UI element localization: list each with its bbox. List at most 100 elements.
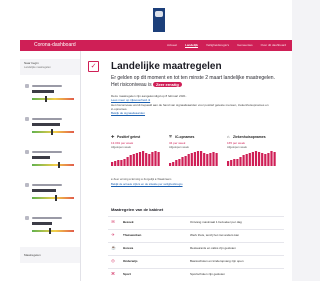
card-subtitle: Afgelopen week bbox=[227, 145, 247, 149]
measure-description: Werk thuis, tenzij het niet anders kan bbox=[190, 233, 240, 237]
risk-level-badge: Zeer ernstig bbox=[152, 82, 182, 87]
sparkline-bar bbox=[254, 151, 258, 166]
sidebar-indicator-item[interactable] bbox=[23, 81, 77, 107]
measure-row[interactable]: ✈ Thuiswerken Werk thuis, tenzij het niet … bbox=[108, 229, 284, 240]
lead-sentence: Er gelden op dit moment en tot ten minst… bbox=[111, 75, 275, 88]
sparkline-bar bbox=[273, 152, 276, 166]
sparkline-bar bbox=[258, 152, 261, 166]
nav-link[interactable]: Landelijk bbox=[185, 43, 198, 47]
nav-link[interactable]: Actueel bbox=[167, 43, 177, 47]
sidebar-heading: Naar begin bbox=[24, 61, 39, 65]
sidebar-indicator-item[interactable] bbox=[23, 180, 77, 206]
indicator-title-line bbox=[32, 85, 62, 87]
sidebar-section-label: Maatregelen bbox=[24, 253, 41, 257]
measure-description: Basisscholen en kinderopvang zijn open bbox=[190, 259, 244, 263]
dashboard-page: Corona-dashboard Actueel Landelijk Veiligh… bbox=[0, 0, 292, 281]
card-subtitle: Afgelopen week bbox=[169, 145, 189, 149]
measure-description: Ontvang maximaal 1 bezoeker per dag bbox=[190, 220, 242, 224]
sparkline-bar bbox=[157, 152, 160, 166]
indicator-value bbox=[32, 90, 54, 93]
sidebar-indicator-item[interactable] bbox=[23, 114, 77, 140]
measure-description: Sportscholen zijn gesloten bbox=[190, 272, 226, 276]
signal-values-link[interactable]: Bekijk de signaalwaarden bbox=[111, 111, 145, 115]
more-figures-link[interactable]: Bekijk de actuele cijfers en de situatie… bbox=[111, 182, 183, 186]
measure-row[interactable]: ✉ Bezoek Ontvang maximaal 1 bezoeker per d… bbox=[108, 216, 284, 227]
sparkline-bar bbox=[230, 160, 233, 166]
measure-icon: ☕ bbox=[111, 245, 116, 250]
nav-link[interactable]: Veiligheidsregio's bbox=[206, 43, 229, 47]
measure-name: Horeca bbox=[123, 246, 134, 250]
sparkline-bar bbox=[267, 153, 270, 166]
measure-row[interactable]: ◎ Onderwijs Basisscholen en kinderopvang z… bbox=[108, 255, 284, 266]
nav-link[interactable]: Over dit dashboard bbox=[261, 43, 287, 47]
sparkline-bar bbox=[135, 153, 138, 166]
risk-scale-marker bbox=[51, 129, 53, 135]
measure-name: Onderwijs bbox=[123, 259, 138, 263]
sidebar-active-block[interactable]: Naar begin Landelijke maatregelen bbox=[20, 59, 80, 75]
sparkline-bar bbox=[203, 153, 206, 166]
sparkline-bar bbox=[154, 151, 157, 166]
card-icon: ⛨ bbox=[169, 134, 172, 139]
sparkline-bar bbox=[190, 153, 193, 166]
risk-scale-marker bbox=[55, 195, 57, 201]
measures-icon: ✓ bbox=[88, 61, 99, 72]
sparkline-bar bbox=[187, 154, 190, 166]
sparkline-bar bbox=[242, 155, 245, 166]
risk-scale-bar bbox=[32, 98, 74, 100]
announcement-link[interactable]: Lees meer op rijksoverheid.nl bbox=[111, 98, 150, 102]
lead-text: Er gelden op dit moment en tot ten minst… bbox=[111, 75, 281, 89]
measure-row[interactable]: ⌘ Sport Sportscholen zijn gesloten bbox=[108, 268, 284, 279]
indicator-icon bbox=[25, 84, 29, 88]
sparkline-bar bbox=[196, 151, 200, 166]
sparkline-bar bbox=[248, 153, 251, 166]
nav-link[interactable]: Gemeentes bbox=[237, 43, 253, 47]
measure-icon: ✉ bbox=[111, 219, 115, 224]
sparkline-bar bbox=[126, 157, 129, 166]
sparkline-bar bbox=[172, 162, 175, 166]
sparkline-bar bbox=[151, 152, 154, 166]
measure-row[interactable]: ☕ Horeca Restaurants en cafés zijn geslote… bbox=[108, 242, 284, 253]
measures-section: Maatregelen van de kabinet ✉ Bezoek Ontvan… bbox=[88, 206, 284, 281]
indicator-card[interactable]: ✚ Positief getest 13.091 per week Afgelopen… bbox=[111, 135, 163, 175]
sparkline-bar bbox=[169, 163, 172, 166]
sparkline-bar bbox=[178, 159, 181, 166]
sparkline-bar bbox=[117, 160, 120, 166]
sparkline-bar bbox=[145, 153, 148, 166]
indicator-card[interactable]: ⌂ Ziekenhuisopnames 165 per week Afgelopen … bbox=[227, 135, 279, 175]
announcement-info: Deze maatregelen zijn aangekondigd op 8 … bbox=[111, 94, 271, 102]
sparkline-bar bbox=[120, 160, 123, 166]
risk-scale-bar bbox=[32, 164, 74, 166]
sidebar-indicator-item[interactable] bbox=[23, 147, 77, 173]
sparkline-bar bbox=[129, 155, 132, 166]
sparkline-bar bbox=[212, 152, 215, 166]
sparkline-bar bbox=[206, 154, 209, 166]
measures-title: Maatregelen van de kabinet bbox=[111, 207, 164, 212]
card-title: Positief getest bbox=[117, 135, 141, 139]
sparkline-bar bbox=[193, 152, 196, 166]
site-title[interactable]: Corona-dashboard bbox=[34, 42, 76, 48]
indicator-card[interactable]: ⛨ IC-opnames 34 per week Afgelopen week bbox=[169, 135, 221, 175]
sparkline-bar bbox=[233, 159, 236, 166]
sparkline-bar bbox=[142, 151, 145, 166]
risk-scale-bar bbox=[32, 197, 74, 199]
sparkline-bar bbox=[251, 152, 254, 166]
indicator-value bbox=[32, 123, 60, 126]
risk-scale-bar bbox=[32, 131, 74, 133]
card-title: IC-opnames bbox=[175, 135, 195, 139]
sparkline-bar bbox=[175, 160, 178, 166]
risk-scale-marker bbox=[49, 228, 51, 234]
sparkline-bar bbox=[245, 154, 248, 166]
sparkline-bar bbox=[111, 162, 114, 166]
indicator-icon bbox=[25, 117, 29, 121]
sidebar-section[interactable]: Maatregelen bbox=[20, 247, 80, 263]
sparkline-bar bbox=[123, 159, 126, 166]
indicator-icon bbox=[25, 150, 29, 154]
sparkline-bar bbox=[215, 153, 218, 166]
measure-icon: ⌘ bbox=[111, 271, 115, 276]
sparkline-bar bbox=[239, 157, 242, 166]
sparkline-bar bbox=[236, 159, 239, 166]
indicator-value bbox=[32, 156, 50, 159]
sidebar-indicator-item[interactable] bbox=[23, 213, 77, 239]
sparkline-bar bbox=[114, 161, 117, 166]
indicator-title-line bbox=[32, 184, 62, 186]
